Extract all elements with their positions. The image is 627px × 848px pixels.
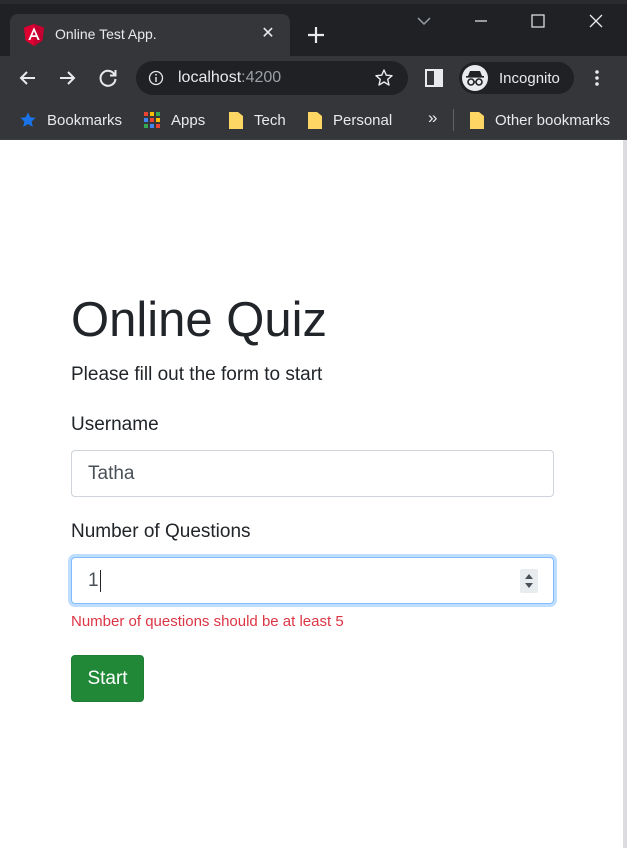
browser-toolbar: localhost:4200 Incognito [0,56,627,100]
window-top-strip [0,0,627,4]
username-input[interactable]: Tatha [71,450,554,497]
url-port: :4200 [241,69,282,86]
incognito-label: Incognito [499,70,560,87]
bookmark-item-tech[interactable]: Tech [228,110,286,130]
incognito-profile-button[interactable]: Incognito [459,62,574,94]
browser-tab-active[interactable]: Online Test App. ✕ [10,14,290,56]
questions-value: 1 [88,570,101,592]
new-tab-plus-icon[interactable] [303,22,329,48]
bookmark-star-icon[interactable] [374,68,394,88]
bookmark-item-apps[interactable]: Apps [143,110,205,130]
spinner-up-icon[interactable] [525,574,533,579]
page-title: Online Quiz [71,293,328,347]
questions-value-text: 1 [88,570,99,592]
number-spinner[interactable] [520,569,538,593]
browser-menu-kebab-icon[interactable] [587,68,607,88]
username-value: Tatha [88,463,135,484]
tab-close-icon[interactable]: ✕ [258,22,278,46]
close-window-icon[interactable] [581,8,611,34]
text-caret [99,570,101,592]
apps-grid-icon [144,112,160,128]
bookmark-item-personal[interactable]: Personal [307,110,392,130]
more-bookmarks-chevron[interactable]: » [428,108,437,128]
folder-icon [229,112,243,129]
forward-arrow-icon[interactable] [55,66,79,90]
maximize-window-icon[interactable] [523,8,553,34]
reload-icon[interactable] [96,66,120,90]
folder-icon [470,112,484,129]
spinner-down-icon[interactable] [525,583,533,588]
star-icon [20,112,36,127]
folder-icon [308,112,322,129]
bookmarks-divider [453,109,454,131]
bookmark-item-other[interactable]: Other bookmarks [469,110,610,130]
angular-favicon-icon [24,24,44,46]
bookmark-label: Bookmarks [47,111,123,129]
window-right-edge [623,140,627,848]
tab-title: Online Test App. [55,26,157,42]
bookmark-label: Apps [171,111,206,129]
browser-titlebar: Online Test App. ✕ [0,0,627,56]
bookmark-label: Other bookmarks [495,111,611,129]
address-bar[interactable]: localhost:4200 [136,61,408,95]
tab-search-chevron-icon[interactable] [409,8,439,34]
minimize-window-icon[interactable] [466,8,496,34]
address-url: localhost:4200 [178,69,281,87]
site-info-icon[interactable] [148,70,164,86]
questions-error-message: Number of questions should be at least 5 [71,613,344,630]
side-panel-icon[interactable] [424,68,444,88]
username-label: Username [71,414,159,435]
bookmark-label: Tech [254,111,286,129]
page-subtitle: Please fill out the form to start [71,364,323,385]
bookmark-label: Personal [333,111,393,129]
back-arrow-icon[interactable] [16,66,40,90]
bookmark-item-bookmarks[interactable]: Bookmarks [19,110,122,130]
incognito-icon [462,65,488,91]
questions-number-input[interactable]: 1 [71,557,554,604]
url-host: localhost [178,69,242,86]
bookmarks-bar: Bookmarks Apps Tech Personal » Other boo… [0,100,627,140]
questions-label: Number of Questions [71,521,251,542]
start-button[interactable]: Start [71,655,144,702]
